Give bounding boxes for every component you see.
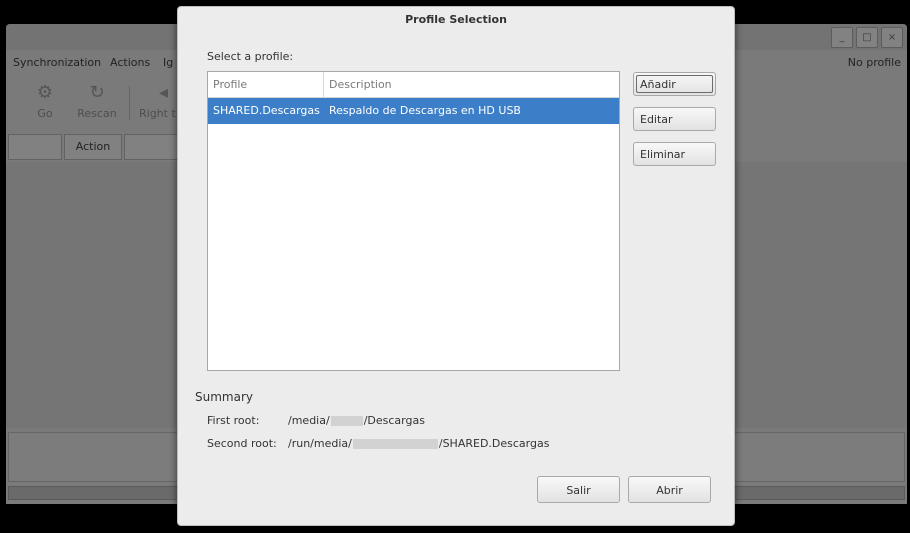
profile-row[interactable]: SHARED.Descargas Respaldo de Descargas e… [208, 98, 619, 124]
open-button[interactable]: Abrir [628, 476, 711, 503]
first-root-prefix: /media/ [288, 414, 330, 427]
window-controls: _ □ × [831, 27, 903, 48]
header-action[interactable]: Action [64, 134, 122, 160]
header-first-column[interactable] [8, 134, 62, 160]
column-header-description[interactable]: Description [324, 72, 609, 97]
delete-profile-button[interactable]: Eliminar [633, 142, 716, 166]
menu-synchronization[interactable]: Synchronization [13, 56, 101, 69]
rescan-label: Rescan [77, 107, 117, 120]
first-root-label: First root: [207, 414, 260, 427]
edit-profile-button[interactable]: Editar [633, 107, 716, 131]
second-root-label: Second root: [207, 437, 277, 450]
first-root-value: /media/ /Descargas [288, 414, 425, 427]
right-to-left-button[interactable]: ◂ Right t [139, 82, 179, 120]
profile-selection-dialog: Profile Selection Select a profile: Prof… [177, 6, 735, 526]
maximize-button[interactable]: □ [856, 27, 878, 48]
go-button[interactable]: ⚙ Go [21, 82, 69, 120]
toolbar-separator [129, 86, 130, 120]
redacted-path [352, 439, 438, 449]
go-label: Go [37, 107, 53, 120]
refresh-icon: ↻ [89, 82, 105, 103]
profile-status: No profile [847, 56, 901, 69]
menu-ignore[interactable]: Ig [163, 56, 173, 69]
gears-icon: ⚙ [36, 82, 54, 103]
rescan-button[interactable]: ↻ Rescan [73, 82, 121, 120]
second-root-value: /run/media/ /SHARED.Descargas [288, 437, 549, 450]
redacted-username [330, 416, 363, 426]
screen: _ □ × Synchronization Actions Ig No prof… [0, 0, 910, 533]
profile-name-cell: SHARED.Descargas [213, 104, 320, 117]
minimize-button[interactable]: _ [831, 27, 853, 48]
arrow-icon: ◂ [159, 82, 169, 103]
menu-actions[interactable]: Actions [110, 56, 150, 69]
close-button[interactable]: × [881, 27, 903, 48]
right-to-left-label: Right t [139, 107, 176, 120]
column-header-profile[interactable]: Profile [208, 72, 324, 97]
profile-list[interactable]: Profile Description SHARED.Descargas Res… [207, 71, 620, 371]
select-profile-label: Select a profile: [207, 50, 294, 63]
summary-heading: Summary [195, 390, 253, 404]
first-root-suffix: /Descargas [363, 414, 425, 427]
dialog-title: Profile Selection [405, 13, 507, 26]
profile-list-header: Profile Description [208, 72, 619, 98]
add-profile-button[interactable]: Añadir [633, 72, 716, 96]
second-root-prefix: /run/media/ [288, 437, 352, 450]
profile-description-cell: Respaldo de Descargas en HD USB [329, 104, 521, 117]
second-root-suffix: /SHARED.Descargas [438, 437, 550, 450]
quit-button[interactable]: Salir [537, 476, 620, 503]
